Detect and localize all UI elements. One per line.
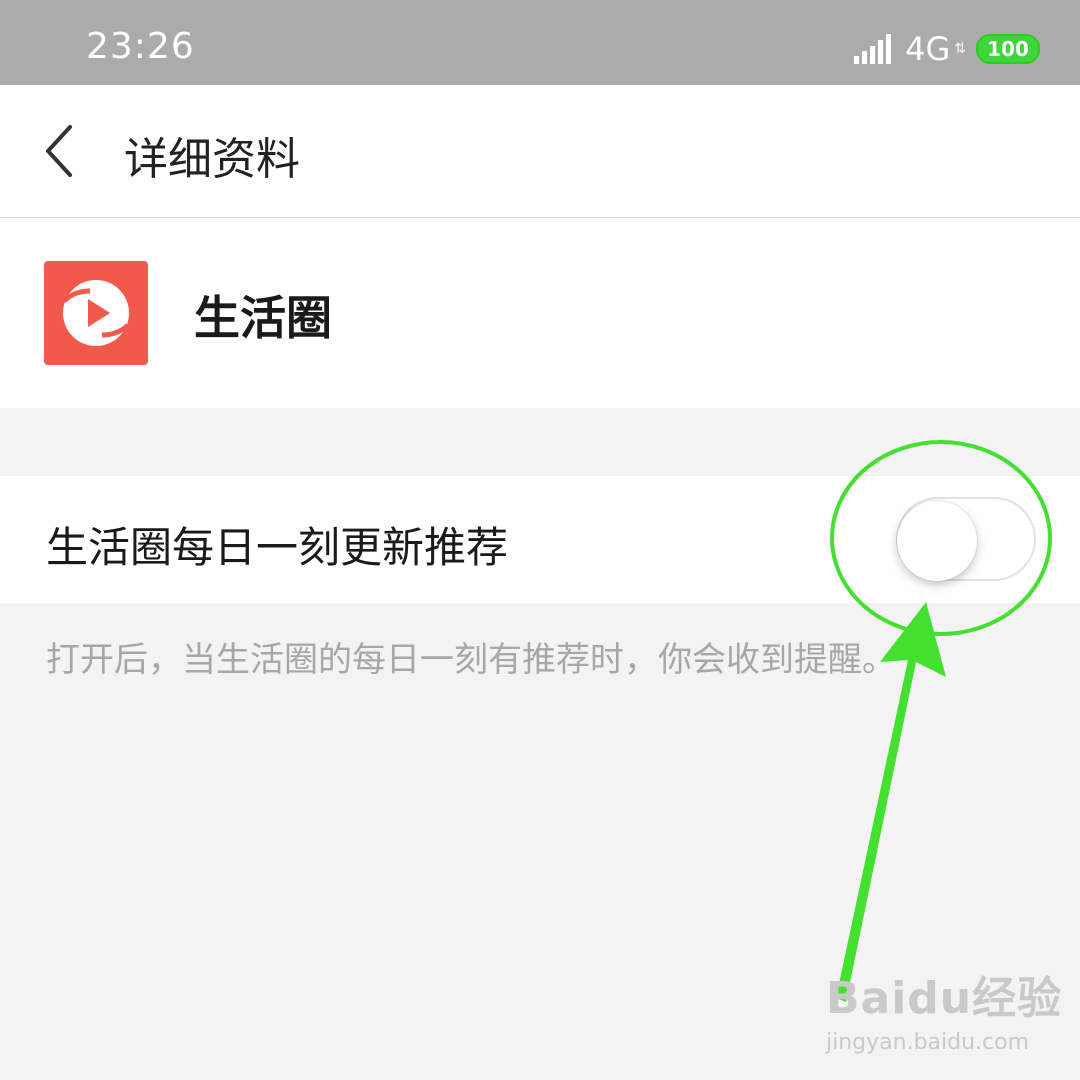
back-button[interactable] [38, 123, 88, 179]
watermark-site: jingyan.baidu.com [826, 1030, 1030, 1055]
baidu-watermark: Baidu经验 jingyan.baidu.com [826, 962, 1062, 1055]
app-name: 生活圈 [194, 291, 332, 345]
status-bar: 23:26 4G ⇅ 100 [0, 0, 1080, 85]
chevron-left-icon [46, 125, 72, 177]
setting-label: 生活圈每日一刻更新推荐 [46, 523, 509, 572]
watermark-logo: Baidu经验 [826, 973, 1063, 1024]
network-type: 4G [905, 30, 951, 68]
profile-section: 生活圈 [0, 218, 1080, 408]
battery-level: 100 [987, 37, 1029, 61]
page-title: 详细资料 [124, 134, 300, 185]
app-icon [44, 261, 148, 365]
status-indicators: 4G ⇅ 100 [854, 30, 1040, 68]
data-transfer-icon: ⇅ [954, 41, 966, 57]
status-time: 23:26 [86, 26, 195, 67]
play-ball-icon [62, 280, 130, 346]
signal-icon [854, 34, 892, 64]
toggle-knob[interactable] [897, 501, 977, 581]
nav-bar: 详细资料 [0, 85, 1080, 218]
battery-icon: 100 [976, 34, 1040, 64]
setting-hint: 打开后，当生活圈的每日一刻有推荐时，你会收到提醒。 [46, 640, 896, 680]
